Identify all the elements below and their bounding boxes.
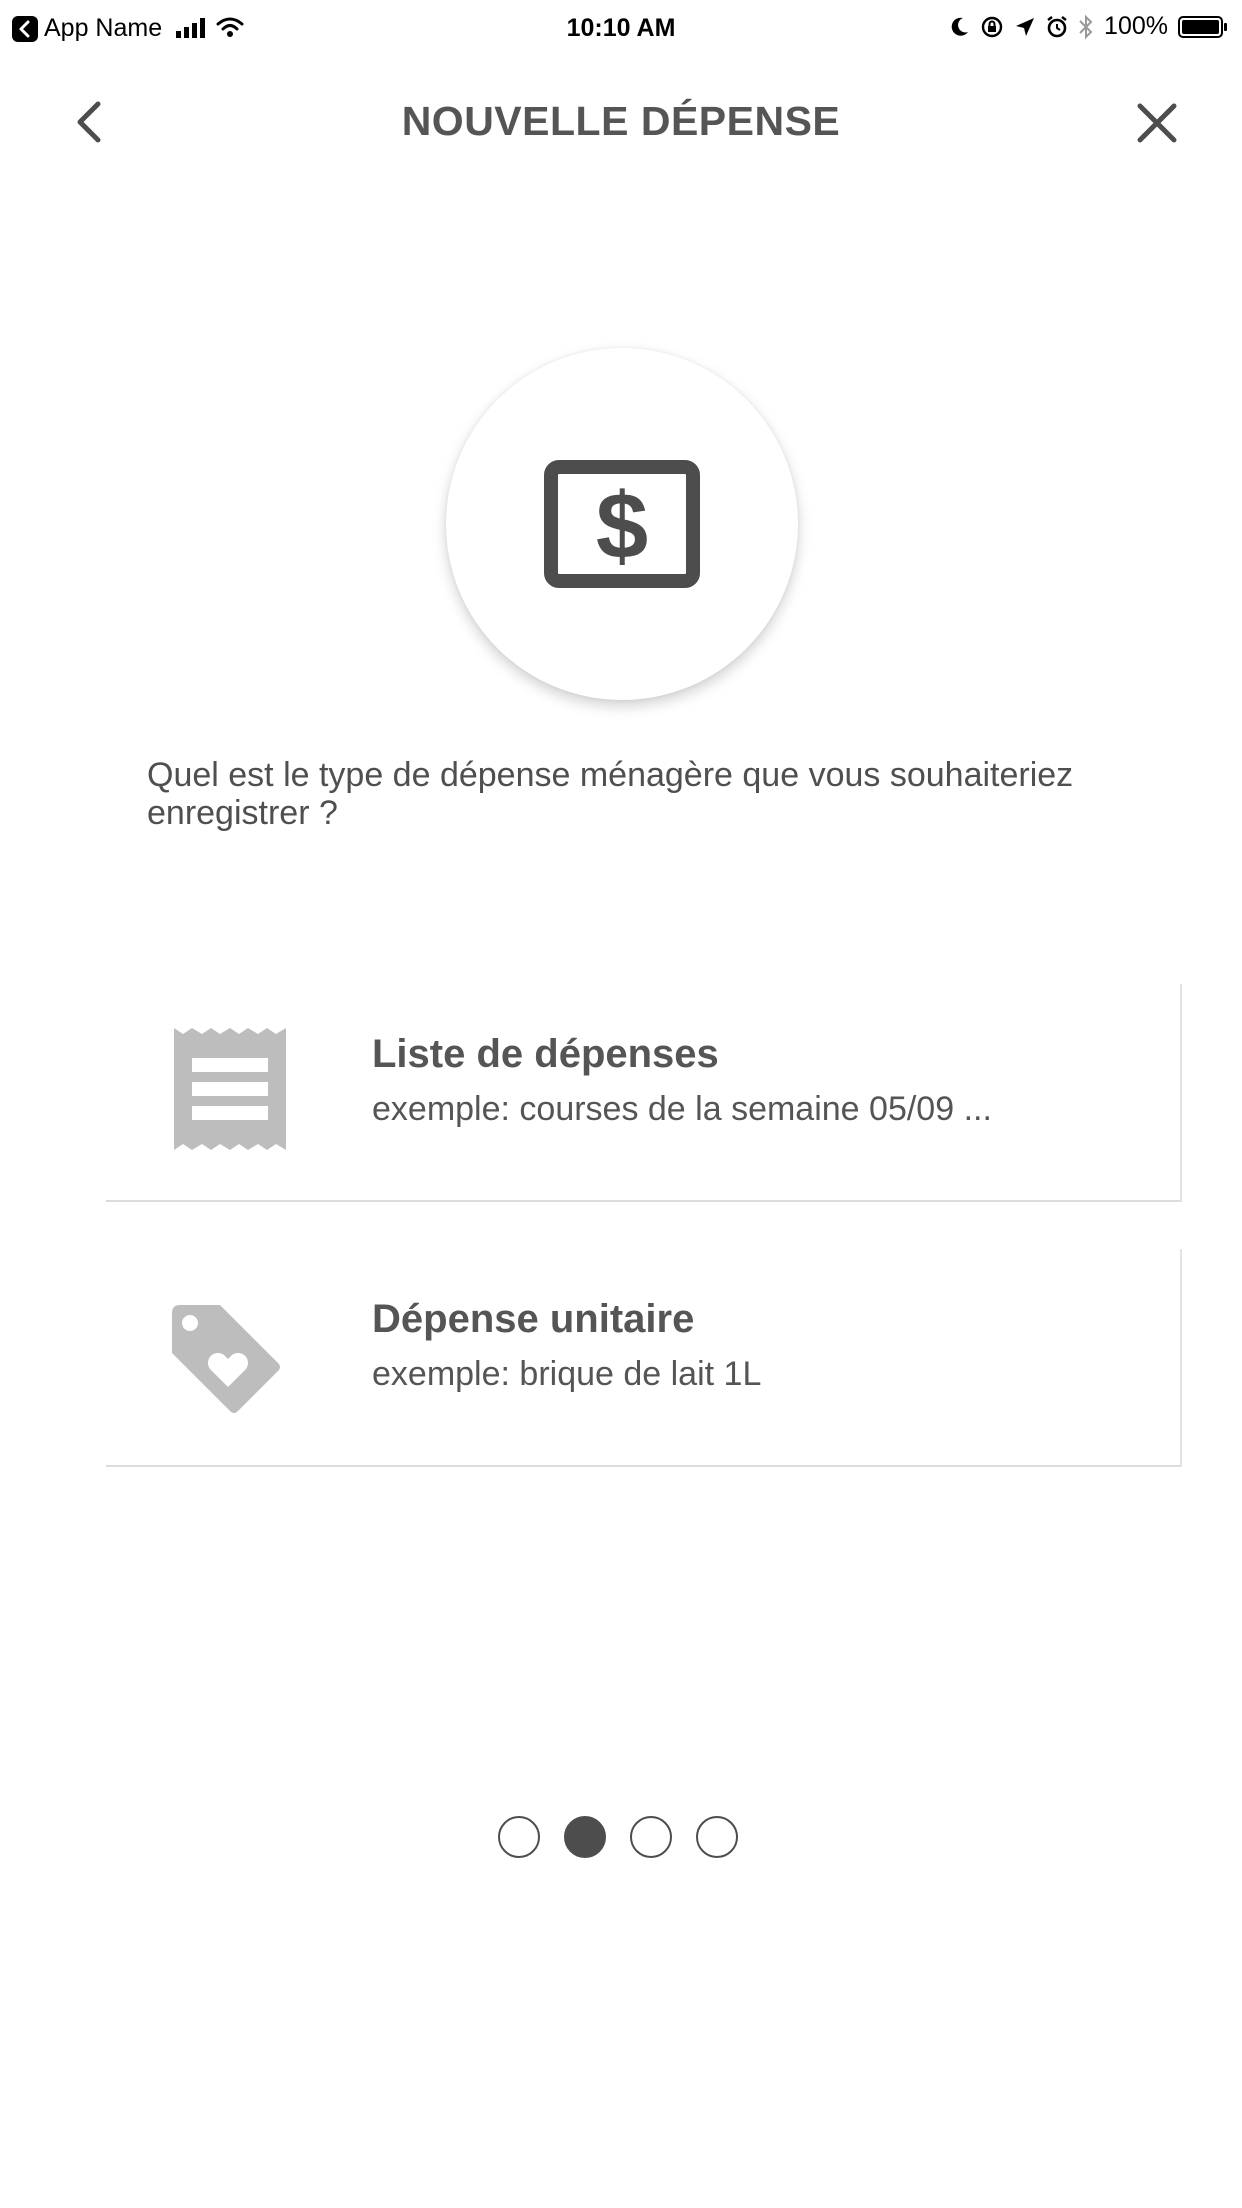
battery-percentage: 100% <box>1104 12 1168 40</box>
option-title: Dépense unitaire <box>372 1297 695 1341</box>
question-text: Quel est le type de dépense ménagère que… <box>147 756 1074 832</box>
page-title: NOUVELLE DÉPENSE <box>401 98 841 144</box>
option-expense-list[interactable]: Liste de dépenses exemple: courses de la… <box>106 984 1182 1202</box>
receipt-icon <box>174 1028 286 1150</box>
pager-dot[interactable] <box>630 1816 672 1858</box>
page-indicator <box>498 1816 738 1858</box>
option-example: exemple: courses de la semaine 05/09 ... <box>372 1090 992 1128</box>
option-title: Liste de dépenses <box>372 1032 719 1076</box>
alarm-icon <box>1047 15 1067 37</box>
svg-text:$: $ <box>596 473 648 578</box>
dollar-bill-icon: $ <box>544 460 700 588</box>
close-button[interactable] <box>1132 98 1182 148</box>
close-icon <box>1137 103 1177 143</box>
tag-heart-icon <box>172 1305 280 1413</box>
location-icon <box>1016 17 1035 36</box>
pager-dot[interactable] <box>564 1816 606 1858</box>
battery-icon <box>1178 15 1227 38</box>
status-bar: App Name 10:10 AM 100% <box>0 0 1242 60</box>
pager-dot[interactable] <box>498 1816 540 1858</box>
option-example: exemple: brique de lait 1L <box>372 1355 762 1393</box>
pager-dot[interactable] <box>696 1816 738 1858</box>
bluetooth-icon <box>1079 14 1093 39</box>
option-single-expense[interactable]: Dépense unitaire exemple: brique de lait… <box>106 1249 1182 1467</box>
moon-icon <box>951 17 969 36</box>
rotation-lock-icon <box>981 16 1003 37</box>
hero-illustration: $ <box>446 348 798 700</box>
